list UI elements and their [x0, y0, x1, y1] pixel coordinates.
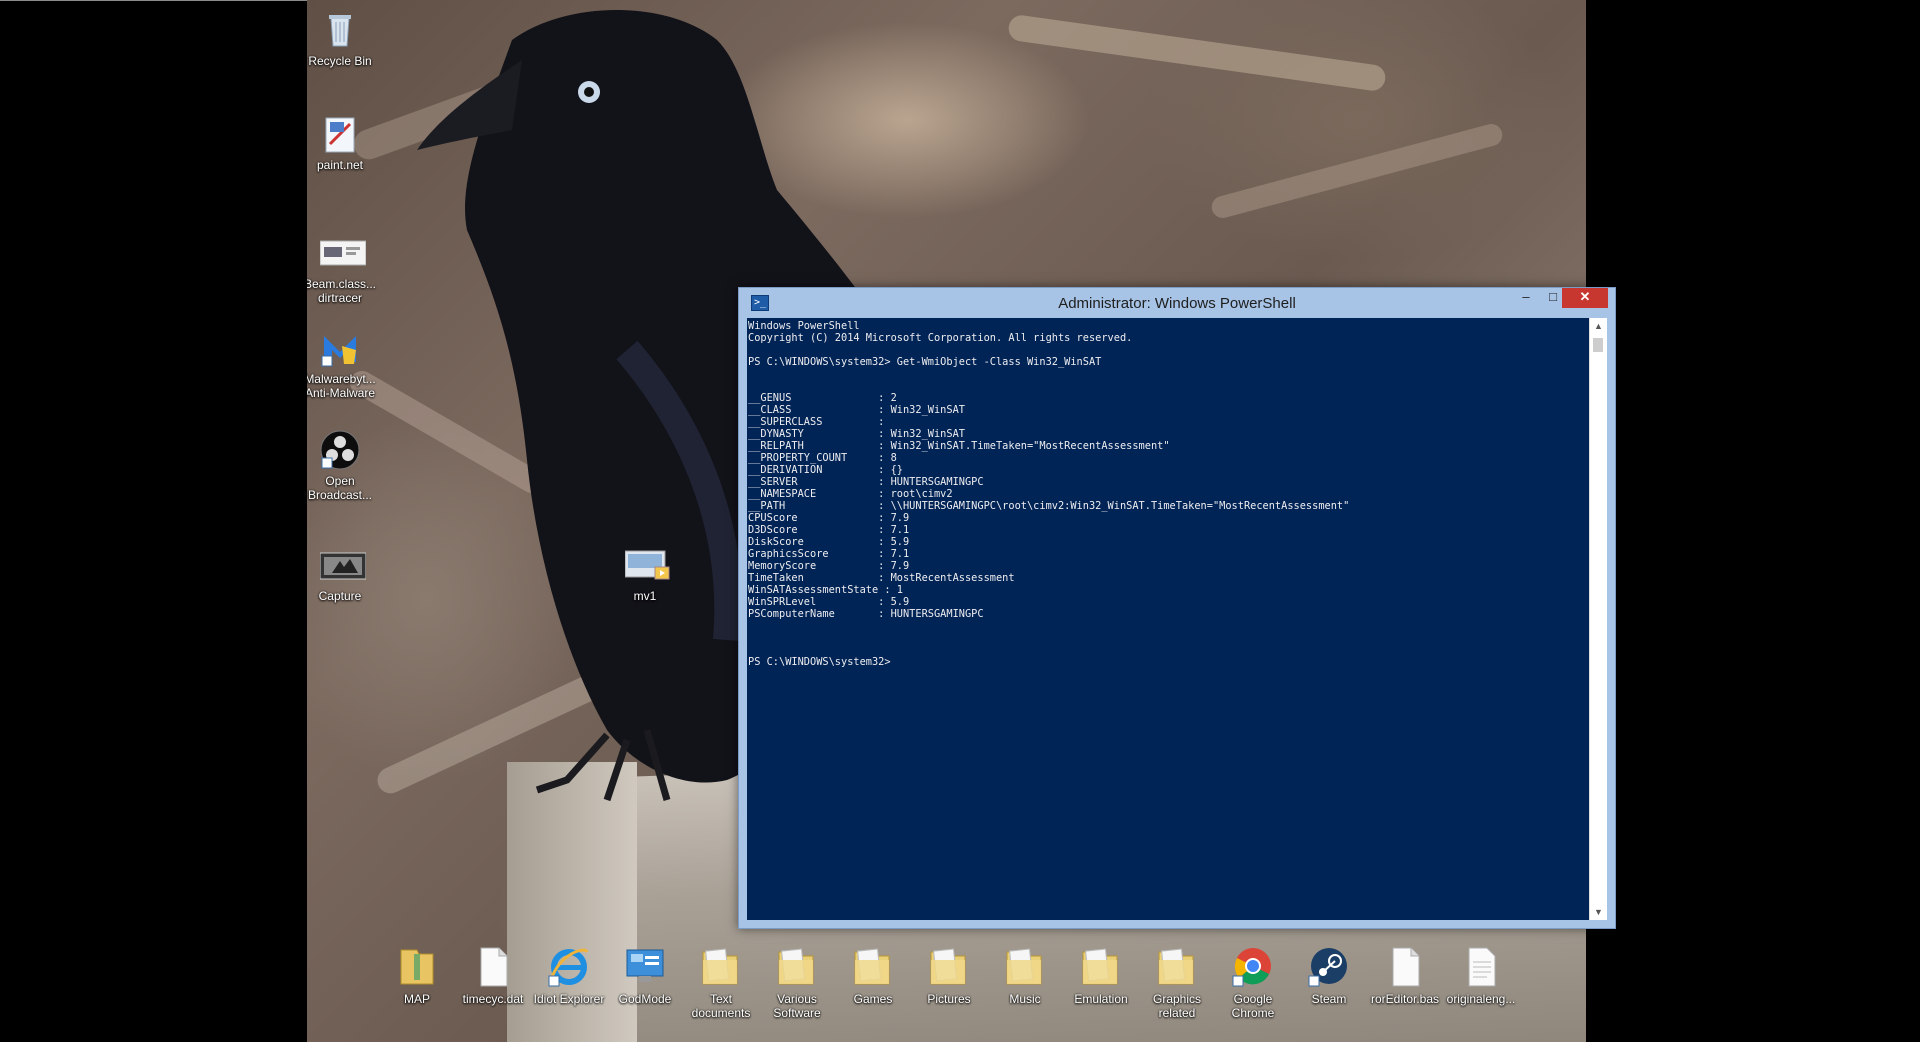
bottom-icon-14[interactable]: originaleng...: [1441, 944, 1521, 1006]
desktop-icon-label: Music: [1009, 992, 1041, 1006]
desktop-icon-label: Text documents: [691, 992, 751, 1020]
desktop-icon-mv1[interactable]: mv1: [605, 545, 685, 603]
bottom-icon-4[interactable]: Text documents: [681, 944, 761, 1020]
desktop-icon-label: Idiot Explorer: [533, 992, 605, 1006]
desktop-icon-label: originaleng...: [1446, 992, 1516, 1006]
blank-file-icon: [471, 944, 515, 988]
folder-icon: [927, 944, 971, 988]
desktop-icon-label: paint.net: [316, 158, 364, 172]
desktop-icon-label: Various Software: [773, 992, 821, 1020]
desktop-icon-label: timecyc.dat: [462, 992, 524, 1006]
image-thumbnail-icon: [319, 545, 367, 585]
folder-icon: [851, 944, 895, 988]
folder-icon: [1003, 944, 1047, 988]
minimize-button[interactable]: –: [1513, 288, 1539, 308]
bottom-icon-3[interactable]: GodMode: [605, 944, 685, 1006]
chrome-icon: [1231, 944, 1275, 988]
desktop-icon-label: Capture: [318, 589, 362, 603]
recycle-bin-icon: [320, 10, 360, 50]
malwarebytes-icon: [320, 328, 360, 368]
bottom-icon-8[interactable]: Music: [985, 944, 1065, 1006]
scroll-down-arrow-icon[interactable]: ▼: [1590, 904, 1607, 920]
desktop-icon-capture[interactable]: Capture: [307, 545, 380, 603]
desktop-icon-obs[interactable]: Open Broadcast...: [307, 430, 380, 502]
text-file-icon: [1459, 944, 1503, 988]
steam-icon: [1307, 944, 1351, 988]
bottom-icon-10[interactable]: Graphics related: [1137, 944, 1217, 1020]
desktop-icon-label: rorEditor.bas: [1370, 992, 1440, 1006]
bottom-icon-9[interactable]: Emulation: [1061, 944, 1141, 1006]
desktop-icon-label: Recycle Bin: [308, 54, 372, 68]
desktop-icon-label: Beam.class... dirtracer: [307, 277, 377, 305]
paint-net-icon: [320, 114, 360, 154]
desktop-icon-label: Malwarebyt... Anti-Malware: [307, 372, 376, 400]
bottom-icon-2[interactable]: Idiot Explorer: [529, 944, 609, 1006]
bottom-icon-11[interactable]: Google Chrome: [1213, 944, 1293, 1020]
desktop-icon-label: Emulation: [1074, 992, 1128, 1006]
document-thumbnail-icon: [319, 233, 367, 273]
folder-icon: [775, 944, 819, 988]
desktop-icon-label: Google Chrome: [1231, 992, 1275, 1020]
window-title: Administrator: Windows PowerShell: [1058, 295, 1296, 312]
desktop-icon-paint-net[interactable]: paint.net: [307, 114, 380, 172]
desktop-icon-label: Graphics related: [1152, 992, 1202, 1020]
folder-icon: [699, 944, 743, 988]
desktop-icon-label: Open Broadcast...: [307, 474, 373, 502]
desktop-icon-label: mv1: [633, 589, 657, 603]
console-output[interactable]: Windows PowerShell Copyright (C) 2014 Mi…: [747, 318, 1589, 920]
control-panel-icon: [623, 944, 667, 988]
video-file-icon: [624, 545, 670, 585]
vertical-scrollbar[interactable]: ▲ ▼: [1589, 318, 1607, 920]
close-button[interactable]: ✕: [1562, 288, 1608, 308]
bottom-icon-1[interactable]: timecyc.dat: [453, 944, 533, 1006]
powershell-window[interactable]: >_ Administrator: Windows PowerShell – □…: [738, 287, 1616, 929]
obs-icon: [320, 430, 360, 470]
scroll-thumb[interactable]: [1593, 338, 1603, 352]
desktop-icon-label: GodMode: [618, 992, 672, 1006]
bottom-icon-12[interactable]: Steam: [1289, 944, 1369, 1006]
zip-folder-icon: [395, 944, 439, 988]
blank-file-icon: [1383, 944, 1427, 988]
desktop-icon-label: Steam: [1311, 992, 1347, 1006]
internet-explorer-icon: [547, 944, 591, 988]
desktop-icon-label: MAP: [403, 992, 430, 1006]
bottom-icon-6[interactable]: Games: [833, 944, 913, 1006]
bottom-icon-13[interactable]: rorEditor.bas: [1365, 944, 1445, 1006]
desktop-icon-label: Games: [853, 992, 893, 1006]
desktop-icon-label: Pictures: [927, 992, 971, 1006]
scroll-up-arrow-icon[interactable]: ▲: [1590, 318, 1607, 334]
bottom-icon-7[interactable]: Pictures: [909, 944, 989, 1006]
desktop-icon-beam[interactable]: Beam.class... dirtracer: [307, 233, 380, 305]
bottom-icon-0[interactable]: MAP: [377, 944, 457, 1006]
desktop-icon-recycle-bin[interactable]: Recycle Bin: [307, 10, 380, 68]
folder-icon: [1079, 944, 1123, 988]
desktop-icon-malwarebytes[interactable]: Malwarebyt... Anti-Malware: [307, 328, 380, 400]
window-title-bar[interactable]: >_ Administrator: Windows PowerShell – □…: [739, 288, 1615, 318]
folder-icon: [1155, 944, 1199, 988]
bottom-icon-5[interactable]: Various Software: [757, 944, 837, 1020]
console-text: Windows PowerShell Copyright (C) 2014 Mi…: [748, 320, 1350, 668]
